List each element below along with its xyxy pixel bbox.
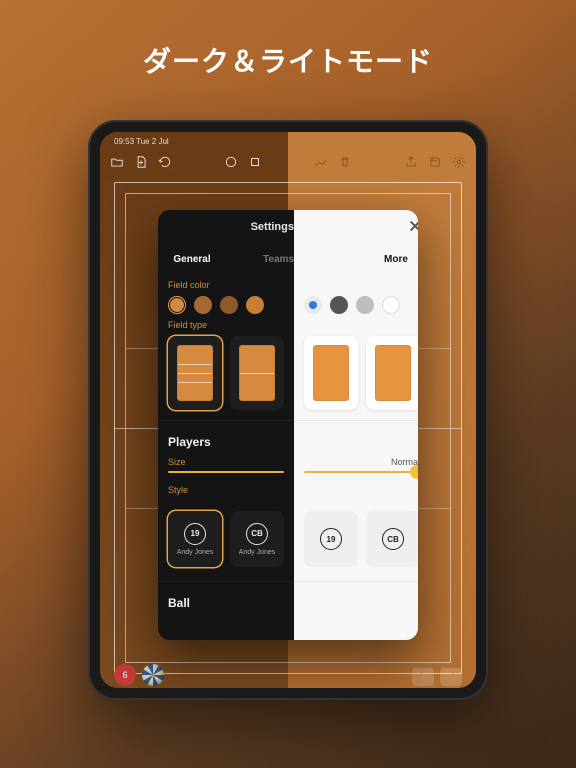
new-doc-icon[interactable] bbox=[134, 155, 148, 169]
player-badge: CB bbox=[246, 523, 268, 545]
player-badge: CB bbox=[382, 528, 404, 550]
refresh-icon[interactable] bbox=[158, 155, 172, 169]
close-icon[interactable] bbox=[406, 218, 418, 234]
style-label: Style bbox=[168, 485, 284, 495]
path-icon[interactable] bbox=[314, 155, 328, 169]
color-swatch[interactable] bbox=[356, 296, 374, 314]
tab-more[interactable]: More bbox=[362, 248, 418, 271]
save-icon[interactable] bbox=[428, 155, 442, 169]
slider-knob[interactable] bbox=[410, 465, 418, 479]
color-swatch[interactable] bbox=[382, 296, 400, 314]
ball-token[interactable] bbox=[142, 664, 164, 686]
player-badge: 19 bbox=[184, 523, 206, 545]
folder-icon[interactable] bbox=[110, 155, 124, 169]
color-swatch[interactable] bbox=[246, 296, 264, 314]
tab-teams-dark[interactable]: Teams bbox=[226, 248, 294, 271]
field-type-option[interactable] bbox=[366, 336, 418, 410]
players-section-header: Players bbox=[158, 425, 294, 453]
settings-light-half: . . More . . bbox=[294, 210, 418, 640]
settings-icon[interactable] bbox=[452, 155, 466, 169]
player-badge: 19 bbox=[320, 528, 342, 550]
layers-icon[interactable] bbox=[248, 155, 262, 169]
player-token[interactable]: 6 bbox=[114, 664, 136, 686]
ball-section-header: Ball bbox=[158, 586, 294, 610]
tablet-screen: 09:53 Tue 2 Jul 6 bbox=[100, 132, 476, 688]
player-style-option[interactable]: 19 Andy Jones bbox=[168, 511, 222, 567]
player-name: Andy Jones bbox=[239, 549, 276, 556]
color-swatch[interactable] bbox=[220, 296, 238, 314]
field-color-label: Field color bbox=[168, 280, 284, 290]
size-slider[interactable] bbox=[168, 471, 284, 473]
color-swatch[interactable] bbox=[304, 296, 322, 314]
tab-general[interactable]: General bbox=[158, 248, 226, 271]
size-label: Size bbox=[168, 457, 186, 467]
field-type-label: Field type bbox=[168, 320, 284, 330]
status-bar: 09:53 Tue 2 Jul bbox=[100, 132, 476, 150]
player-style-option[interactable]: CB bbox=[366, 511, 418, 567]
color-swatch[interactable] bbox=[194, 296, 212, 314]
color-swatch[interactable] bbox=[330, 296, 348, 314]
field-type-option[interactable] bbox=[230, 336, 284, 410]
palette-icon[interactable] bbox=[224, 155, 238, 169]
player-style-option[interactable]: CB Andy Jones bbox=[230, 511, 284, 567]
undo-button[interactable] bbox=[412, 668, 434, 686]
share-icon[interactable] bbox=[404, 155, 418, 169]
color-swatch[interactable] bbox=[168, 296, 186, 314]
app-toolbar bbox=[100, 150, 476, 174]
field-type-option[interactable] bbox=[168, 336, 222, 410]
player-style-option[interactable]: 19 bbox=[304, 511, 358, 567]
settings-title: Settings bbox=[158, 221, 294, 233]
status-time: 09:53 Tue 2 Jul bbox=[114, 137, 169, 146]
field-type-option[interactable] bbox=[304, 336, 358, 410]
player-name: Andy Jones bbox=[177, 549, 214, 556]
field-color-swatches-dark bbox=[168, 296, 284, 314]
redo-button[interactable] bbox=[440, 668, 462, 686]
field-color-swatches-light bbox=[304, 296, 418, 314]
settings-dark-half: Settings General Teams Field color Field… bbox=[158, 210, 294, 640]
bottom-player-widgets: 6 bbox=[114, 664, 164, 686]
size-slider[interactable] bbox=[304, 471, 418, 473]
tablet-device-frame: 09:53 Tue 2 Jul 6 bbox=[88, 120, 488, 700]
settings-panel: Settings General Teams Field color Field… bbox=[158, 210, 418, 640]
trash-icon[interactable] bbox=[338, 155, 352, 169]
hero-title: ダーク＆ライトモード bbox=[0, 40, 576, 80]
